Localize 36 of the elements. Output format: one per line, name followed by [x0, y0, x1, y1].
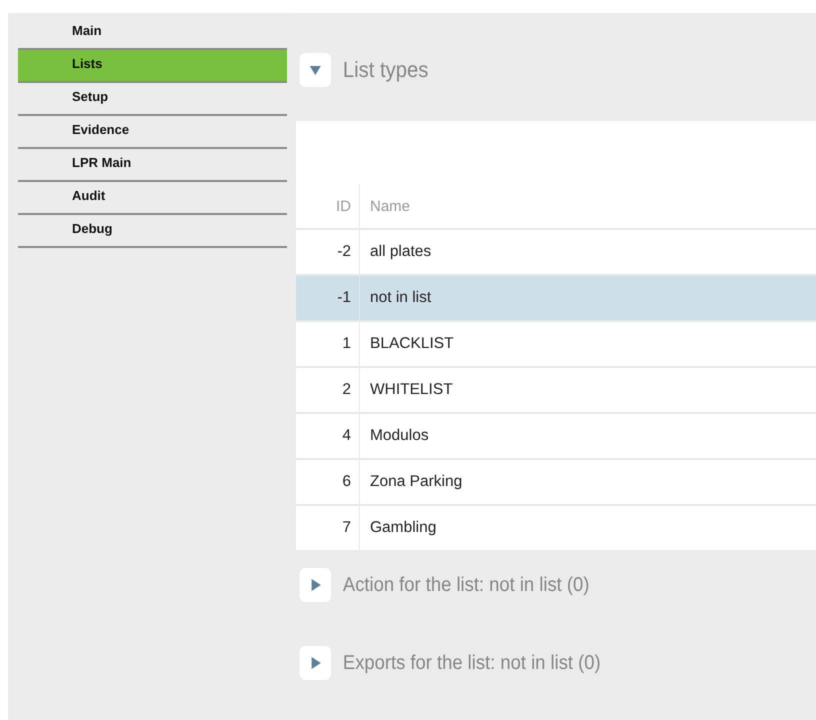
id-cell: 2	[342, 381, 351, 398]
toggle-button[interactable]	[300, 53, 331, 87]
name-cell: BLACKLIST	[370, 335, 454, 352]
id-cell: -2	[337, 243, 351, 260]
toggle-button[interactable]	[300, 568, 331, 602]
name-cell: not in list	[370, 289, 432, 306]
id-cell: -1	[337, 289, 351, 306]
table-row[interactable]: 1 BLACKLIST	[296, 321, 816, 367]
name-cell: Modulos	[370, 427, 429, 444]
sidebar-item[interactable]: Evidence	[18, 116, 287, 149]
name-cell: Zona Parking	[370, 473, 462, 490]
id-cell: 1	[342, 335, 351, 352]
caret-down-icon	[308, 63, 322, 77]
name-cell: all plates	[370, 243, 432, 260]
toggle-button[interactable]	[300, 646, 331, 680]
column-header: Name	[370, 198, 410, 214]
sidebar-item[interactable]: LPR Main	[18, 149, 287, 182]
sidebar-item[interactable]: Audit	[18, 182, 287, 215]
caret-right-icon	[308, 656, 322, 670]
id-cell: 6	[342, 473, 351, 490]
section-title: List types	[342, 57, 428, 83]
table-row[interactable]: 7 Gambling	[296, 505, 816, 550]
sidebar-item[interactable]: Setup	[18, 83, 287, 116]
section-title: Exports for the list: not in list (0)	[342, 652, 601, 674]
id-cell: 4	[342, 427, 351, 444]
sidebar-item[interactable]: Debug	[18, 215, 287, 248]
column-header: ID	[336, 198, 351, 214]
section-title: Action for the list: not in list (0)	[342, 574, 590, 596]
name-cell: Gambling	[370, 519, 436, 536]
table-row[interactable]: 6 Zona Parking	[296, 459, 816, 505]
table-row[interactable]: 4 Modulos	[296, 413, 816, 459]
id-cell: 7	[342, 519, 351, 536]
sidebar-item[interactable]: Lists	[18, 50, 287, 83]
name-cell: WHITELIST	[370, 381, 453, 398]
table-row[interactable]: 2 WHITELIST	[296, 367, 816, 413]
caret-right-icon	[308, 578, 322, 592]
